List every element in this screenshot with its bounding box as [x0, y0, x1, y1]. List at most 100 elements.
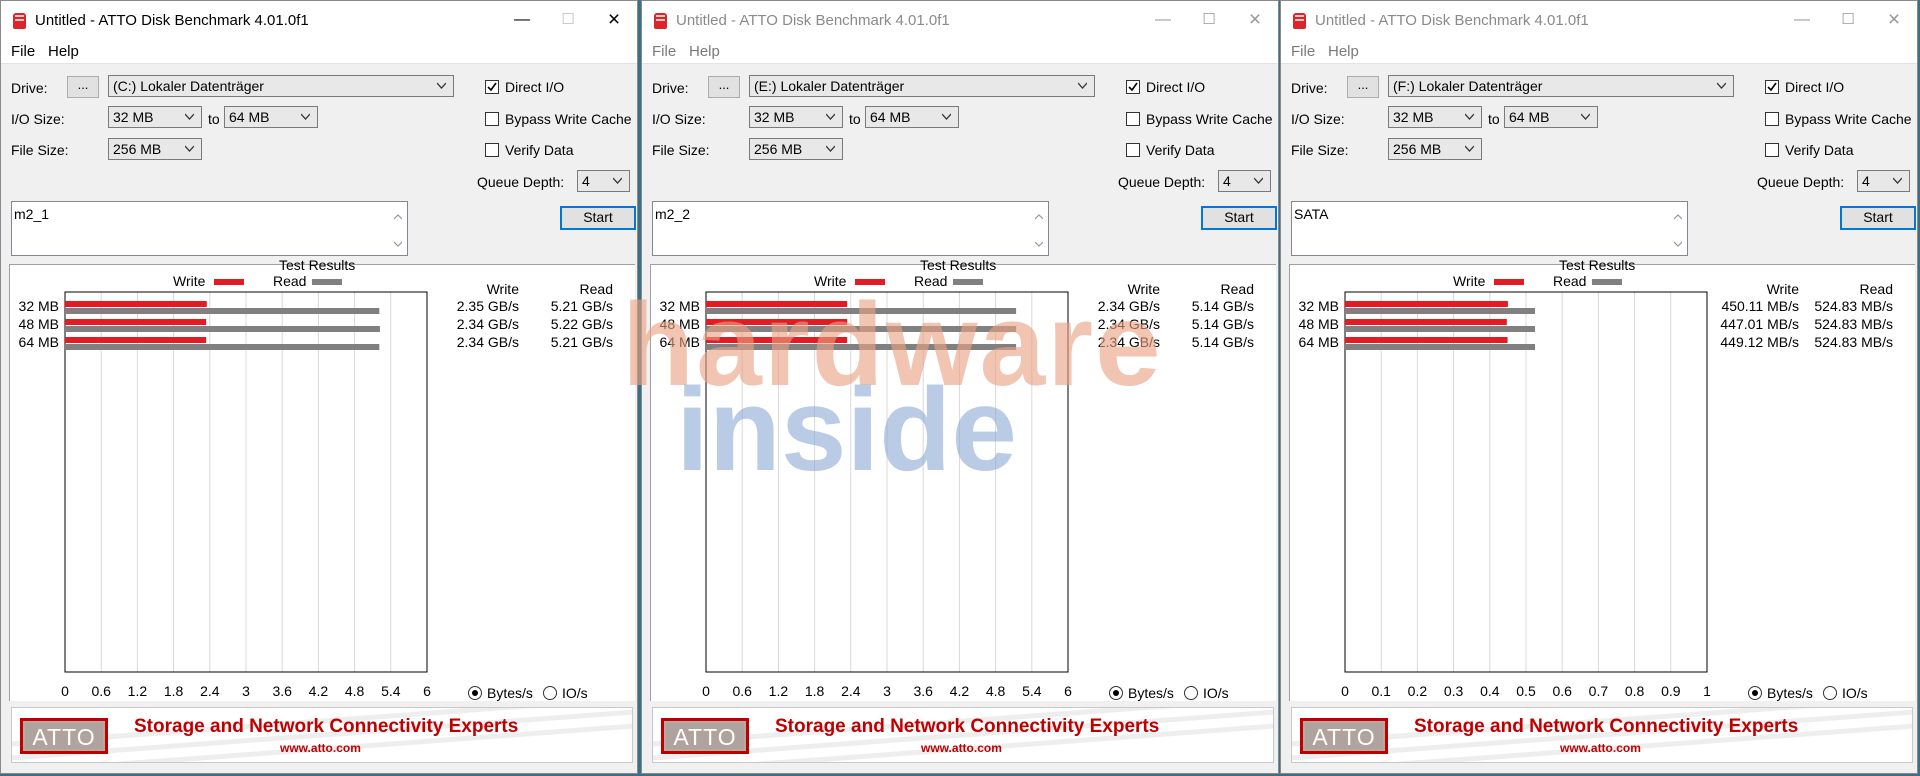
x-tick-label: 4.2: [309, 683, 329, 699]
x-tick-label: 3: [883, 683, 891, 699]
write-bar: [65, 319, 207, 325]
x-tick-label: 4.8: [986, 683, 1006, 699]
atto-logo-text: ATTO: [25, 723, 103, 750]
write-column-header: Write: [1766, 281, 1799, 297]
radio-circle[interactable]: [1748, 686, 1762, 700]
x-tick-label: 0.3: [1444, 683, 1464, 699]
x-axis-title: Transfer Rate - GB/s: [1462, 699, 1591, 701]
x-tick-label: 1.8: [805, 683, 825, 699]
atto-window: Untitled - ATTO Disk Benchmark 4.01.0f1 …: [641, 0, 1279, 774]
banner-url[interactable]: www.atto.com: [1560, 741, 1641, 755]
x-tick-label: 6: [1064, 683, 1072, 699]
write-value: 2.34 GB/s: [1097, 298, 1160, 314]
x-tick-label: 2.4: [200, 683, 220, 699]
x-tick-label: 6: [423, 683, 431, 699]
banner-url[interactable]: www.atto.com: [280, 741, 361, 755]
banner-tagline: Storage and Network Connectivity Experts: [1414, 716, 1799, 737]
read-bar: [65, 326, 380, 332]
read-value: 524.83 MB/s: [1814, 334, 1893, 350]
banner-tagline: Storage and Network Connectivity Experts: [775, 716, 1160, 737]
atto-logo-text: ATTO: [1305, 723, 1383, 750]
atto-banner[interactable]: ATTO Storage and Network Connectivity Ex…: [11, 707, 633, 763]
read-bar: [706, 308, 1017, 314]
banner-url[interactable]: www.atto.com: [921, 741, 1002, 755]
write-value: 2.34 GB/s: [456, 334, 519, 350]
read-bar: [1345, 308, 1535, 314]
x-tick-label: 1.8: [164, 683, 184, 699]
x-tick-label: 0: [702, 683, 710, 699]
write-value: 2.34 GB/s: [456, 316, 519, 332]
x-tick-label: 0.4: [1480, 683, 1500, 699]
bytes-per-second-label: Bytes/s: [1767, 685, 1813, 701]
io-per-second-label: IO/s: [1842, 685, 1868, 701]
x-tick-label: 4.8: [345, 683, 365, 699]
write-bar: [706, 337, 848, 343]
x-tick-label: 0.6: [91, 683, 111, 699]
write-value: 2.35 GB/s: [456, 298, 519, 314]
y-category-label: 48 MB: [660, 316, 700, 332]
transfer-rate-chart: 0 0.6 1.2 1.8 2.4 3 3.6 4.2 4.8 5.4 6 Transfer Rate…: [660, 291, 1072, 701]
x-tick-label: 0: [1341, 683, 1349, 699]
read-column-header: Read: [579, 281, 613, 297]
read-value: 5.21 GB/s: [550, 298, 613, 314]
x-tick-label: 5.4: [1022, 683, 1042, 699]
write-bar: [1345, 301, 1508, 307]
x-tick-label: 4.2: [950, 683, 970, 699]
x-tick-label: 1.2: [128, 683, 148, 699]
x-tick-label: 0.6: [1552, 683, 1572, 699]
read-bar: [1345, 344, 1535, 350]
write-bar: [706, 301, 848, 307]
io-per-second-label: IO/s: [1203, 685, 1229, 701]
x-tick-label: 0.7: [1589, 683, 1609, 699]
write-bar: [65, 337, 207, 343]
read-bar: [65, 344, 380, 350]
read-value: 5.22 GB/s: [550, 316, 613, 332]
read-column-header: Read: [1220, 281, 1254, 297]
x-tick-label: 0.2: [1408, 683, 1428, 699]
io-per-second-label: IO/s: [562, 685, 588, 701]
transfer-rate-chart: 0 0.1 0.2 0.3 0.4 0.5 0.6 0.7 0.8 0.9 1 Transfer Ra…: [1299, 291, 1711, 701]
x-tick-label: 2.4: [841, 683, 861, 699]
write-bar: [65, 301, 207, 307]
atto-logo: ATTO: [1300, 718, 1388, 754]
x-tick-label: 0.8: [1625, 683, 1645, 699]
x-tick-label: 5.4: [381, 683, 401, 699]
write-value: 2.34 GB/s: [1097, 316, 1160, 332]
radio-dot: [1113, 690, 1119, 696]
radio-circle[interactable]: [1823, 686, 1837, 700]
x-axis-title: Transfer Rate - GB/s: [823, 699, 952, 701]
x-tick-label: 1: [1703, 683, 1711, 699]
write-value: 447.01 MB/s: [1720, 316, 1799, 332]
write-value: 450.11 MB/s: [1721, 298, 1799, 314]
atto-logo-text: ATTO: [666, 723, 744, 750]
radio-circle[interactable]: [543, 686, 557, 700]
y-category-label: 64 MB: [1299, 334, 1339, 350]
write-bar: [706, 319, 848, 325]
radio-circle[interactable]: [1109, 686, 1123, 700]
atto-window: Untitled - ATTO Disk Benchmark 4.01.0f1 …: [1280, 0, 1918, 774]
read-bar: [65, 308, 380, 314]
write-bar: [1345, 319, 1507, 325]
atto-banner[interactable]: ATTO Storage and Network Connectivity Ex…: [1291, 707, 1913, 763]
y-category-label: 32 MB: [19, 298, 59, 314]
radio-dot: [1752, 690, 1758, 696]
read-value: 524.83 MB/s: [1814, 316, 1893, 332]
radio-circle[interactable]: [1184, 686, 1198, 700]
y-category-label: 32 MB: [1299, 298, 1339, 314]
y-category-label: 48 MB: [1299, 316, 1339, 332]
read-bar: [706, 344, 1017, 350]
write-bar: [1345, 337, 1508, 343]
x-tick-label: 0.6: [732, 683, 752, 699]
radio-circle[interactable]: [468, 686, 482, 700]
x-tick-label: 3.6: [272, 683, 292, 699]
bytes-per-second-label: Bytes/s: [1128, 685, 1174, 701]
transfer-rate-chart: 0 0.6 1.2 1.8 2.4 3 3.6 4.2 4.8 5.4 6 Transfer Rate…: [19, 291, 431, 701]
write-value: 2.34 GB/s: [1097, 334, 1160, 350]
y-category-label: 32 MB: [660, 298, 700, 314]
write-value: 449.12 MB/s: [1720, 334, 1799, 350]
read-value: 5.21 GB/s: [550, 334, 613, 350]
x-tick-label: 0: [61, 683, 69, 699]
read-bar: [706, 326, 1017, 332]
atto-banner[interactable]: ATTO Storage and Network Connectivity Ex…: [652, 707, 1274, 763]
bytes-per-second-label: Bytes/s: [487, 685, 533, 701]
